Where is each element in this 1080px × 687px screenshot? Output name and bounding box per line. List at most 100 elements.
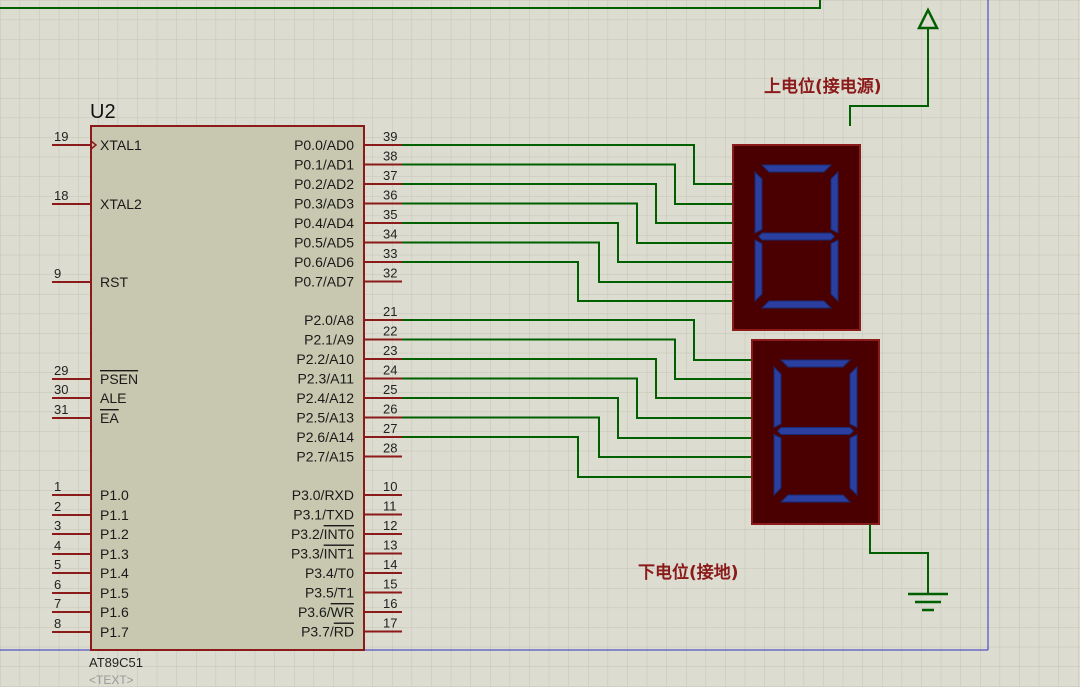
- pin-label: P1.2: [100, 526, 129, 542]
- pin-label: P2.5/A13: [296, 410, 354, 426]
- segment-f: [773, 365, 782, 429]
- pin-label: P1.5: [100, 585, 129, 601]
- pin-number: 13: [383, 538, 397, 553]
- pin-number: 19: [54, 129, 68, 144]
- pin-label: P1.3: [100, 546, 129, 562]
- pin-label: P3.5/T1: [305, 585, 354, 601]
- seven-seg-display-lower[interactable]: [751, 339, 880, 525]
- segment-e: [754, 239, 763, 303]
- pin-label: P3.1/TXD: [293, 507, 354, 523]
- pin-number: 14: [383, 557, 397, 572]
- pin-number: 32: [383, 266, 397, 281]
- pin-number: 27: [383, 421, 397, 436]
- pin-number: 36: [383, 188, 397, 203]
- pin-number: 3: [54, 518, 61, 533]
- segment-a: [779, 359, 852, 368]
- chip-ref: U2: [90, 101, 116, 123]
- pin-label: P3.4/T0: [305, 565, 354, 581]
- segment-c: [830, 239, 839, 303]
- pin-label: P3.0/RXD: [292, 487, 354, 503]
- upper-potential-label: 上电位(接电源): [764, 76, 882, 97]
- segment-f: [754, 170, 763, 234]
- pin-label: P3.7/RD: [301, 624, 354, 640]
- pin-label: P2.1/A9: [304, 332, 354, 348]
- pin-number: 34: [383, 227, 397, 242]
- pin-number: 15: [383, 577, 397, 592]
- segment-d: [760, 300, 833, 309]
- pin-label: XTAL2: [100, 196, 142, 212]
- segment-b: [849, 365, 858, 429]
- pin-number: 37: [383, 168, 397, 183]
- pin-number: 25: [383, 382, 397, 397]
- schematic-canvas[interactable]: U2 AT89C51 <TEXT> 19 XTAL1 18 XTAL2 9 RST 29 PS…: [0, 0, 1080, 687]
- segment-g: [776, 427, 855, 435]
- pin-label: PSEN: [100, 371, 138, 387]
- segment-d: [779, 494, 852, 503]
- pin-number: 21: [383, 304, 397, 319]
- pin-label: P2.6/A14: [296, 429, 354, 445]
- pin-label: ALE: [100, 390, 126, 406]
- pin-number: 10: [383, 479, 397, 494]
- schematic-svg: U2 AT89C51 <TEXT> 19XTAL118XTAL29RST29PS…: [0, 0, 1080, 687]
- pin-number: 9: [54, 266, 61, 281]
- pin-number: 35: [383, 207, 397, 222]
- pin-label: RST: [100, 274, 128, 290]
- pin-number: 7: [54, 596, 61, 611]
- pin-number: 22: [383, 324, 397, 339]
- segment-e: [773, 433, 782, 497]
- pin-number: 28: [383, 441, 397, 456]
- pin-label: P3.3/INT1: [291, 546, 354, 562]
- segment-g: [757, 232, 836, 241]
- pin-number: 38: [383, 149, 397, 164]
- pin-label: P0.1/AD1: [294, 157, 354, 173]
- pin-label: P2.4/A12: [296, 390, 354, 406]
- pin-label: P1.0: [100, 487, 129, 503]
- pin-label: P2.3/A11: [297, 371, 354, 387]
- pin-number: 31: [54, 402, 68, 417]
- chip-text-placeholder: <TEXT>: [89, 673, 134, 687]
- pin-label: P0.5/AD5: [294, 235, 354, 251]
- pin-number: 17: [383, 616, 397, 631]
- pin-number: 1: [54, 479, 61, 494]
- pin-number: 2: [54, 499, 61, 514]
- pin-number: 26: [383, 402, 397, 417]
- pin-label: P1.4: [100, 565, 129, 581]
- pin-number: 8: [54, 616, 61, 631]
- segment-b: [830, 170, 839, 234]
- seven-seg-display-upper[interactable]: [732, 144, 861, 331]
- pin-label: P1.7: [100, 624, 129, 640]
- pin-number: 12: [383, 518, 397, 533]
- pin-number: 16: [383, 596, 397, 611]
- lower-potential-label: 下电位(接地): [638, 562, 739, 583]
- pin-number: 39: [383, 129, 397, 144]
- pin-label: P3.6/WR: [298, 604, 354, 620]
- pin-number: 4: [54, 538, 61, 553]
- pin-label: P2.0/A8: [304, 312, 354, 328]
- pin-label: P3.2/INT0: [291, 526, 354, 542]
- pin-number: 6: [54, 577, 61, 592]
- pin-number: 11: [383, 499, 397, 514]
- pin-label: P2.2/A10: [296, 351, 354, 367]
- pin-number: 24: [383, 363, 397, 378]
- pin-label: P0.2/AD2: [294, 176, 354, 192]
- pin-label: P0.3/AD3: [294, 196, 354, 212]
- chip-part: AT89C51: [89, 655, 143, 670]
- segment-c: [849, 433, 858, 497]
- pin-label: P1.6: [100, 604, 129, 620]
- pin-number: 30: [54, 382, 68, 397]
- pin-label: P1.1: [100, 507, 129, 523]
- pin-number: 5: [54, 557, 61, 572]
- at89c51-chip[interactable]: U2 AT89C51 <TEXT> 19XTAL118XTAL29RST29PS…: [52, 101, 402, 687]
- pin-label: P2.7/A15: [296, 449, 354, 465]
- pin-number: 29: [54, 363, 68, 378]
- pin-label: EA: [100, 410, 119, 426]
- pin-label: P0.4/AD4: [294, 215, 354, 231]
- segment-a: [760, 164, 833, 173]
- pin-number: 23: [383, 343, 397, 358]
- pin-label: P0.0/AD0: [294, 137, 354, 153]
- pin-label: P0.7/AD7: [294, 274, 354, 290]
- pin-label: P0.6/AD6: [294, 254, 354, 270]
- pin-number: 33: [383, 246, 397, 261]
- pin-number: 18: [54, 188, 68, 203]
- pin-label: XTAL1: [100, 137, 142, 153]
